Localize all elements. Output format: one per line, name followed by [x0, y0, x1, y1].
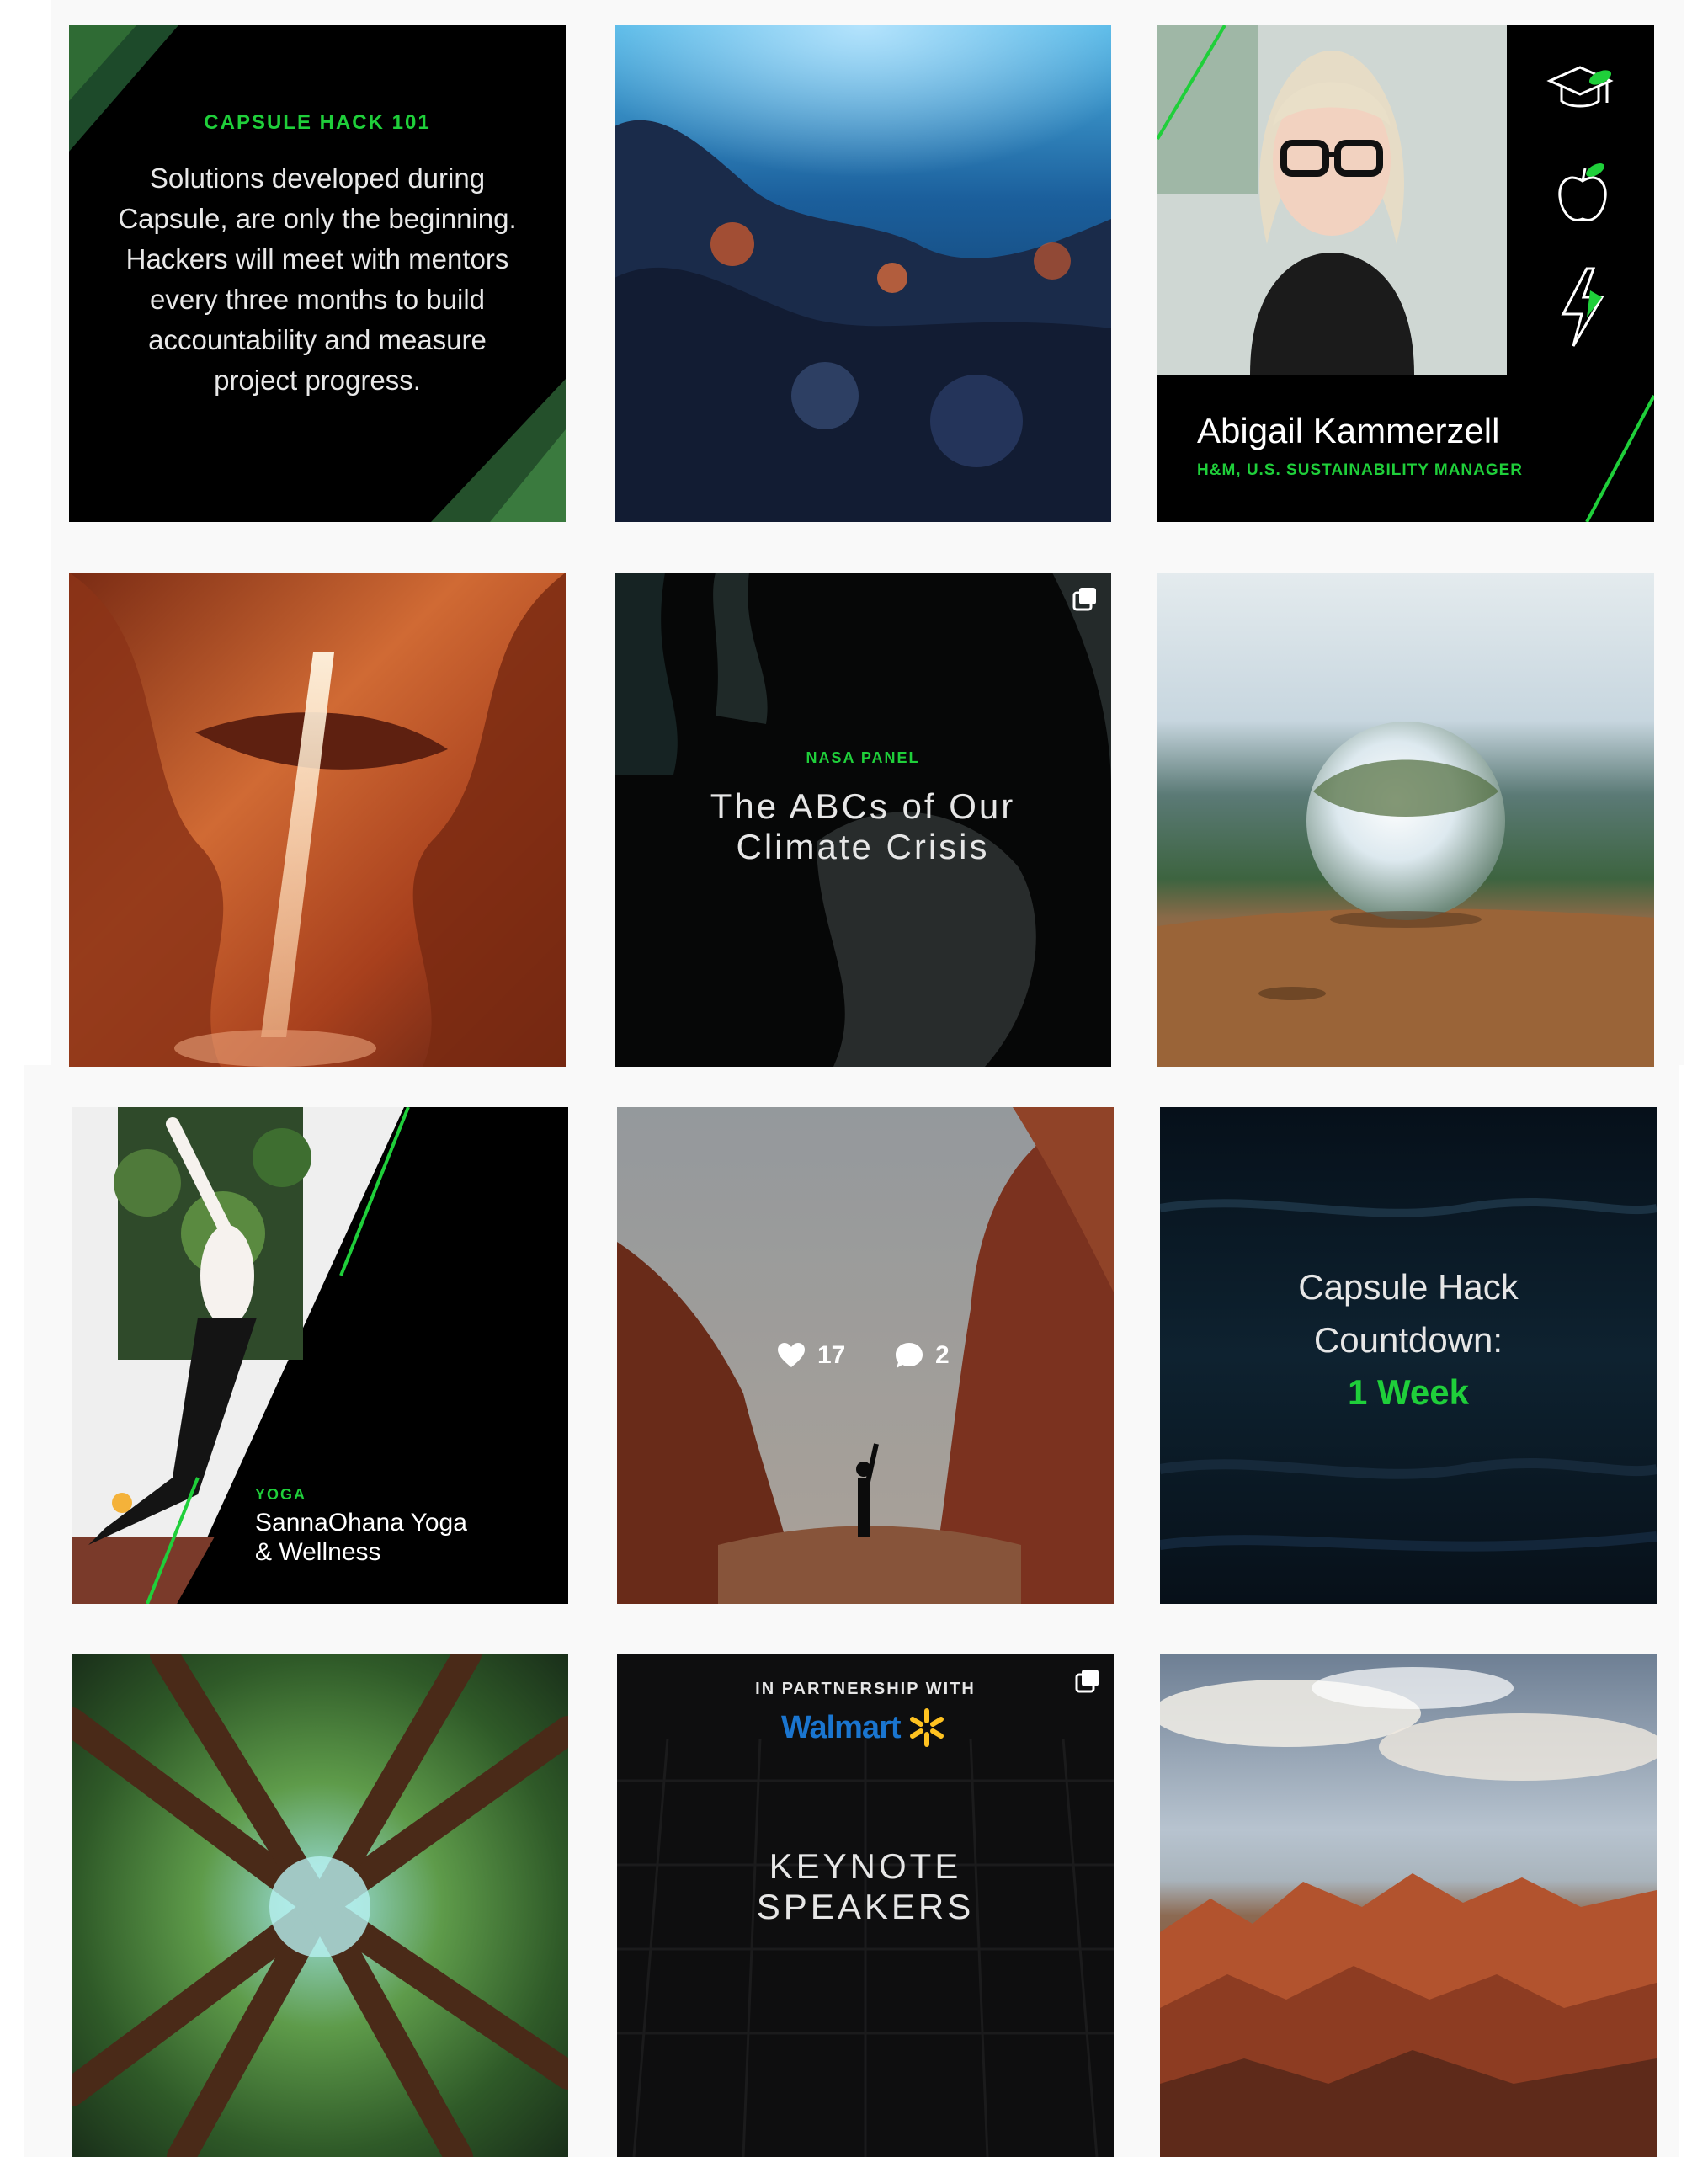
likes-value: 17: [817, 1341, 846, 1369]
countdown-line2: Countdown:: [1313, 1320, 1503, 1360]
apple-icon: [1553, 160, 1612, 227]
post-keynote-speakers[interactable]: IN PARTNERSHIP WITH Walmart KEYNOTE SPEA…: [617, 1654, 1114, 2157]
keynote-line2: SPEAKERS: [756, 1887, 975, 1926]
post-red-canyon[interactable]: 17 2: [617, 1107, 1114, 1604]
post-title-line2: & Wellness: [255, 1538, 381, 1566]
speaker-role: H&M, U.S. SUSTAINABILITY MANAGER: [1197, 461, 1524, 479]
post-title-line1: SannaOhana Yoga: [255, 1509, 467, 1537]
keynote-line1: KEYNOTE: [769, 1846, 962, 1886]
countdown-line3: 1 Week: [1348, 1372, 1469, 1412]
post-nasa-panel[interactable]: NASA PANEL The ABCs of Our Climate Crisi…: [615, 573, 1111, 1067]
countdown-line1: Capsule Hack: [1298, 1267, 1519, 1307]
speaker-name: Abigail Kammerzell: [1197, 411, 1500, 450]
comments-value: 2: [935, 1341, 950, 1369]
post-title-line2: Climate Crisis: [736, 827, 990, 866]
post-redwood-forest[interactable]: [72, 1654, 568, 2157]
comment-icon: [896, 1343, 923, 1368]
post-title-line1: The ABCs of Our: [710, 786, 1016, 826]
graduation-cap-icon: [1546, 61, 1614, 120]
post-crystal-ball[interactable]: [1157, 573, 1654, 1067]
walmart-wordmark: Walmart: [781, 1709, 902, 1745]
post-grand-canyon[interactable]: [1160, 1654, 1657, 2157]
post-kicker: NASA PANEL: [806, 749, 920, 766]
partnership-label: IN PARTNERSHIP WITH: [755, 1680, 976, 1698]
multiple-images-icon: [1072, 588, 1096, 611]
post-capsule-hack-101[interactable]: CAPSULE HACK 101 Solutions developed dur…: [69, 25, 566, 522]
likes-count: 17: [777, 1341, 845, 1370]
comments-count: 2: [895, 1341, 950, 1370]
post-speaker-abigail[interactable]: Abigail Kammerzell H&M, U.S. SUSTAINABIL…: [1157, 25, 1654, 522]
post-kicker: CAPSULE HACK 101: [204, 111, 431, 134]
post-body: Solutions developed during Capsule, are …: [118, 162, 517, 396]
walmart-logo: Walmart: [781, 1707, 946, 1749]
walmart-spark-icon: [909, 1708, 944, 1747]
post-kicker: YOGA: [255, 1486, 307, 1503]
lightning-icon: [1553, 265, 1612, 349]
post-yoga[interactable]: YOGA SannaOhana Yoga & Wellness: [72, 1107, 568, 1604]
post-countdown[interactable]: Capsule Hack Countdown: 1 Week: [1160, 1107, 1657, 1604]
heart-icon: [778, 1343, 805, 1367]
post-antelope-canyon[interactable]: [69, 573, 566, 1067]
post-coral-reef[interactable]: [615, 25, 1111, 522]
